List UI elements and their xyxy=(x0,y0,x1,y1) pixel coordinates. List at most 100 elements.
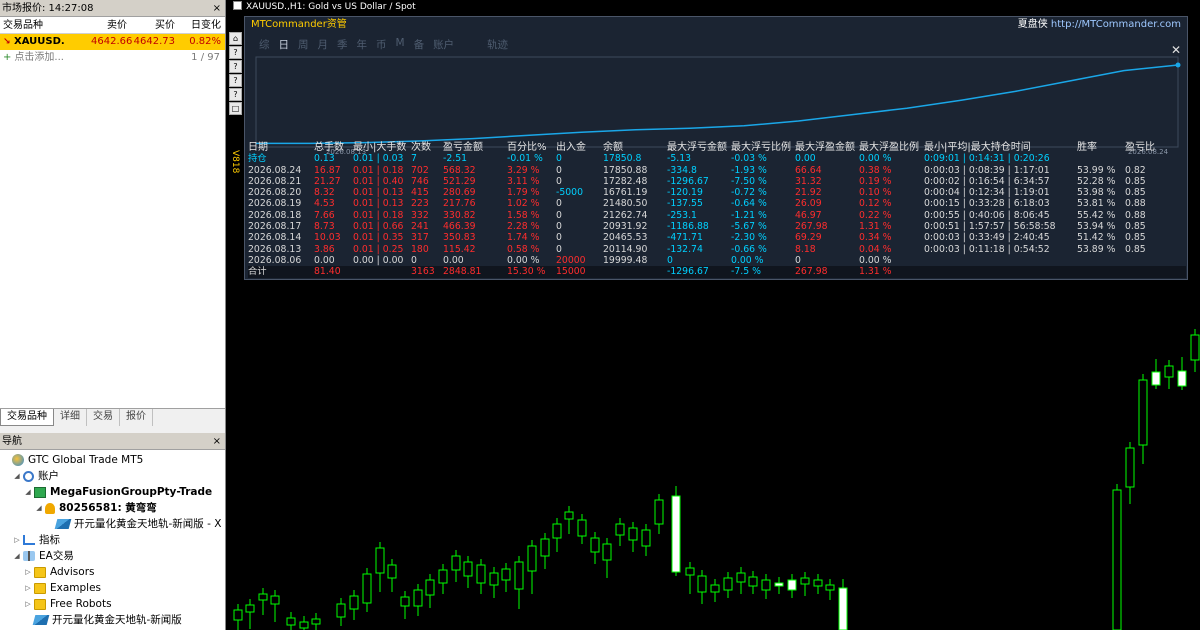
table-cell: 8.32 xyxy=(314,187,335,199)
tree-item-label: GTC Global Trade MT5 xyxy=(28,454,144,466)
table-cell: 0.01 | 0.66 xyxy=(353,221,404,233)
candle-body xyxy=(299,621,309,629)
chart-window[interactable]: XAUUSD.,H1: Gold vs US Dollar / Spot ⌂ ?… xyxy=(227,0,1200,630)
table-cell: 0 xyxy=(411,254,417,266)
bid-value: 4642.66 xyxy=(91,36,133,47)
table-cell: 0 xyxy=(556,153,562,165)
table-cell: 0:00:55 | 0:40:06 | 8:06:45 xyxy=(924,209,1050,221)
table-cell: 21480.50 xyxy=(603,198,648,210)
table-cell: 20114.90 xyxy=(603,243,648,255)
table-cell: 69.29 xyxy=(795,232,822,244)
expand-arrow-icon[interactable]: ▷ xyxy=(24,580,32,596)
ea-hat-icon xyxy=(32,615,50,625)
table-cell: 余额 xyxy=(603,142,623,153)
expand-arrow-icon[interactable]: ▷ xyxy=(24,596,32,612)
table-cell: 53.99 % xyxy=(1077,164,1116,176)
tab-trading[interactable]: 交易 xyxy=(87,409,120,426)
tree-item[interactable]: 开元量化黄金天地轨-新闻版 - X xyxy=(0,516,225,532)
table-cell: 2026.08.06 xyxy=(248,254,302,266)
tree-item[interactable]: ◢ 账户 xyxy=(0,468,225,484)
candle-body xyxy=(825,584,835,591)
table-cell: 0.82 xyxy=(1125,164,1146,176)
table-cell: 0 xyxy=(556,164,562,176)
table-cell: 0 xyxy=(556,209,562,221)
close-icon[interactable]: × xyxy=(213,0,221,17)
expand-arrow-icon[interactable]: ◢ xyxy=(13,468,21,484)
candle-body xyxy=(387,564,397,579)
tree-item[interactable]: ▷ 指标 xyxy=(0,532,225,548)
table-cell: -132.74 xyxy=(667,243,703,255)
equity-end-point xyxy=(1175,62,1181,68)
add-symbol-row[interactable]: + 点击添加... 1 / 97 xyxy=(0,50,225,66)
candlestick xyxy=(540,533,550,569)
table-cell: 20465.53 xyxy=(603,232,648,244)
candlestick xyxy=(336,598,346,626)
tree-item[interactable]: ▷ Advisors xyxy=(0,564,225,580)
table-cell: 2848.81 xyxy=(443,266,482,278)
table-cell: 0.88 xyxy=(1125,198,1146,210)
candle-body xyxy=(362,573,372,604)
table-cell: 0.00 % xyxy=(507,254,540,266)
mtcommander-title: MTCommander资管 xyxy=(251,19,347,30)
table-cell: 8.18 xyxy=(795,243,816,255)
tree-item-label: Free Robots xyxy=(50,598,112,610)
col-symbol[interactable]: 交易品种 xyxy=(0,17,88,33)
tree-item[interactable]: ◢ MegaFusionGroupPty-Trade xyxy=(0,484,225,500)
folder-icon xyxy=(34,582,46,594)
expand-arrow-icon[interactable]: ◢ xyxy=(35,500,43,516)
table-cell: 0.01 | 0.40 xyxy=(353,175,404,187)
table-cell: -2.51 xyxy=(443,153,468,165)
col-change[interactable]: 日变化 xyxy=(178,17,224,33)
folder-icon xyxy=(34,598,46,610)
table-cell: 0.00 % xyxy=(731,254,764,266)
table-cell: 2026.08.13 xyxy=(248,243,302,255)
table-cell: 26.09 xyxy=(795,198,822,210)
close-icon[interactable]: × xyxy=(213,433,221,450)
tab-symbols[interactable]: 交易品种 xyxy=(0,409,54,426)
candle-body xyxy=(527,545,537,572)
candlestick xyxy=(825,579,835,600)
candle-body xyxy=(233,609,243,621)
tree-item[interactable]: ◢ 80256581: 黄弯弯 xyxy=(0,500,225,516)
candle-body xyxy=(800,577,810,585)
table-cell: 466.39 xyxy=(443,221,476,233)
table-cell: 8.73 xyxy=(314,221,335,233)
tab-ticks[interactable]: 报价 xyxy=(120,409,153,426)
table-row[interactable]: ↘ XAUUSD. 4642.66 4642.73 0.82% xyxy=(0,34,225,50)
expand-arrow-icon[interactable]: ▷ xyxy=(13,532,21,548)
candle-body xyxy=(1125,447,1135,488)
col-bid[interactable]: 卖价 xyxy=(88,17,130,33)
tree-item[interactable]: 开元量化黄金天地轨-新闻版 xyxy=(0,612,225,628)
website-link[interactable]: http://MTCommander.com xyxy=(1051,19,1181,30)
candlestick xyxy=(628,522,638,552)
expand-arrow-icon[interactable]: ◢ xyxy=(13,548,21,564)
candlestick xyxy=(258,588,268,615)
table-cell: 115.42 xyxy=(443,243,476,255)
table-cell: 17850.88 xyxy=(603,164,648,176)
candle-body xyxy=(270,595,280,605)
candle-body xyxy=(438,569,448,584)
expand-arrow-icon[interactable]: ◢ xyxy=(24,484,32,500)
col-ask[interactable]: 买价 xyxy=(130,17,178,33)
globe-icon xyxy=(12,454,24,466)
table-cell: 0.12 % xyxy=(859,198,892,210)
table-cell: 0:00:02 | 0:16:54 | 6:34:57 xyxy=(924,175,1050,187)
equity-plot-frame xyxy=(255,56,1179,148)
table-cell: 267.98 xyxy=(795,266,828,278)
tree-item[interactable]: GTC Global Trade MT5 xyxy=(0,452,225,468)
tree-item-label: EA交易 xyxy=(39,550,74,562)
candlestick xyxy=(362,568,372,612)
candle-body xyxy=(577,519,587,537)
tree-item[interactable]: ◢ EA交易 xyxy=(0,548,225,564)
table-cell: 0.85 xyxy=(1125,232,1146,244)
tree-item[interactable]: ▷ Examples xyxy=(0,580,225,596)
table-cell: 2026.08.19 xyxy=(248,198,302,210)
tab-details[interactable]: 详细 xyxy=(54,409,87,426)
expand-arrow-icon[interactable]: ▷ xyxy=(24,564,32,580)
table-cell: 0 xyxy=(556,243,562,255)
tree-item[interactable]: ▷ Free Robots xyxy=(0,596,225,612)
table-cell: 最小|平均|最大持仓时间 xyxy=(924,142,1031,153)
equity-line xyxy=(256,64,1179,145)
table-cell: 0:00:15 | 0:33:28 | 6:18:03 xyxy=(924,198,1050,210)
table-cell: 持仓 xyxy=(248,153,267,165)
